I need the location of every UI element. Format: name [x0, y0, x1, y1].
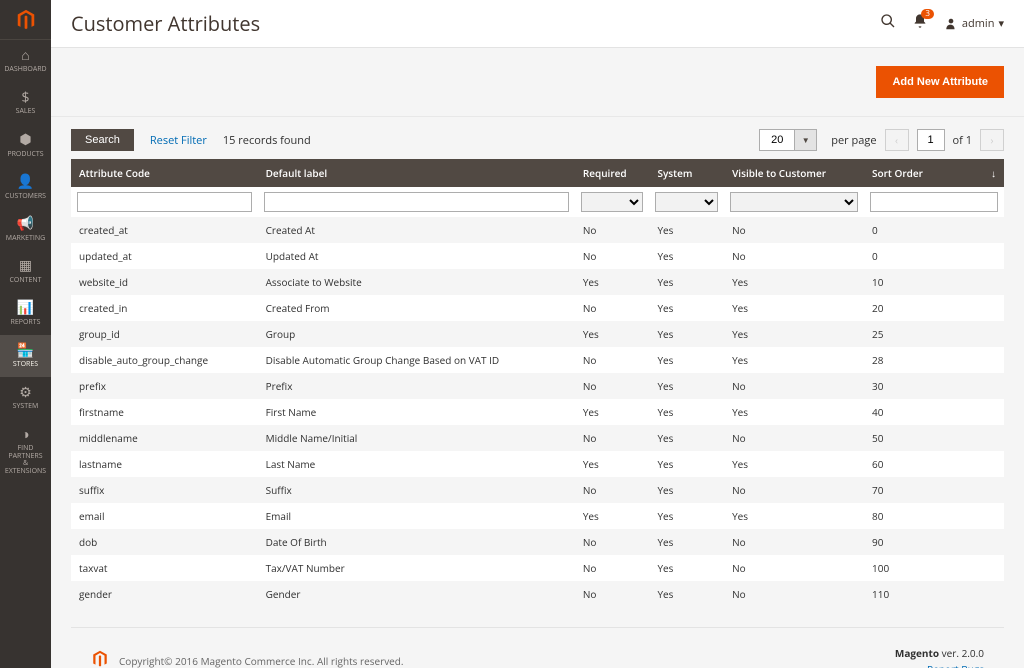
- column-header-required[interactable]: Required: [575, 159, 650, 187]
- pager-prev-button[interactable]: ‹: [885, 129, 909, 151]
- filter-default-label[interactable]: [264, 192, 569, 212]
- nav-item-content[interactable]: ▦CONTENT: [0, 250, 51, 292]
- products-icon: ⬢: [19, 132, 31, 147]
- column-header-sort-order[interactable]: Sort Order: [864, 159, 1004, 187]
- page-input[interactable]: [917, 129, 945, 151]
- filter-sort-order[interactable]: [870, 192, 998, 212]
- content-icon: ▦: [19, 258, 32, 273]
- table-row[interactable]: disable_auto_group_changeDisable Automat…: [71, 347, 1004, 373]
- footer-logo-icon: [91, 650, 119, 668]
- page-actions: Add New Attribute: [51, 48, 1024, 117]
- filter-visible[interactable]: [730, 192, 858, 212]
- table-row[interactable]: website_idAssociate to WebsiteYesYesYes1…: [71, 269, 1004, 295]
- table-row[interactable]: updated_atUpdated AtNoYesNo0: [71, 243, 1004, 269]
- admin-account-menu[interactable]: admin ▾: [944, 16, 1004, 31]
- nav-item-marketing[interactable]: 📢MARKETING: [0, 208, 51, 250]
- grid-container: Attribute CodeDefault labelRequiredSyste…: [51, 159, 1024, 668]
- column-header-system[interactable]: System: [649, 159, 724, 187]
- copyright: Copyright© 2016 Magento Commerce Inc. Al…: [119, 654, 404, 668]
- table-row[interactable]: middlenameMiddle Name/InitialNoYesNo50: [71, 425, 1004, 451]
- admin-label: admin: [962, 16, 995, 31]
- search-icon[interactable]: [880, 13, 896, 34]
- nav-item-system[interactable]: ⚙SYSTEM: [0, 377, 51, 419]
- version-label: Magento ver. 2.0.0: [895, 646, 984, 660]
- system-icon: ⚙: [19, 385, 32, 400]
- table-row[interactable]: group_idGroupYesYesYes25: [71, 321, 1004, 347]
- report-bugs-link[interactable]: Report Bugs: [895, 662, 984, 668]
- magento-logo-icon: [15, 9, 37, 31]
- user-icon: [944, 17, 958, 31]
- magento-logo[interactable]: [0, 0, 51, 40]
- sales-icon: $: [21, 90, 29, 105]
- per-page-dropdown-button[interactable]: ▼: [795, 129, 817, 151]
- add-new-attribute-button[interactable]: Add New Attribute: [876, 66, 1004, 98]
- page-title: Customer Attributes: [71, 10, 260, 37]
- notifications-icon[interactable]: 3: [912, 13, 928, 34]
- table-row[interactable]: emailEmailYesYesYes80: [71, 503, 1004, 529]
- search-button[interactable]: Search: [71, 129, 134, 151]
- table-row[interactable]: prefixPrefixNoYesNo30: [71, 373, 1004, 399]
- column-header-default-label[interactable]: Default label: [258, 159, 575, 187]
- pager-next-button[interactable]: ›: [980, 129, 1004, 151]
- admin-sidebar: ⌂DASHBOARD$SALES⬢PRODUCTS👤CUSTOMERS📢MARK…: [0, 0, 51, 668]
- stores-icon: 🏪: [17, 343, 34, 358]
- customers-icon: 👤: [17, 174, 34, 189]
- nav-item-sales[interactable]: $SALES: [0, 82, 51, 124]
- topbar: Customer Attributes 3 admin ▾: [51, 0, 1024, 48]
- filter-required[interactable]: [581, 192, 644, 212]
- table-row[interactable]: suffixSuffixNoYesNo70: [71, 477, 1004, 503]
- notification-badge: 3: [921, 9, 934, 19]
- reset-filter-link[interactable]: Reset Filter: [150, 133, 207, 148]
- column-header-visible-to-customer[interactable]: Visible to Customer: [724, 159, 864, 187]
- table-row[interactable]: lastnameLast NameYesYesYes60: [71, 451, 1004, 477]
- reports-icon: 📊: [17, 300, 34, 315]
- table-row[interactable]: created_atCreated AtNoYesNo0: [71, 217, 1004, 243]
- per-page-selector: ▼: [759, 129, 817, 151]
- find-partners-icon: ◑: [21, 427, 29, 442]
- page-footer: Copyright© 2016 Magento Commerce Inc. Al…: [71, 627, 1004, 668]
- column-header-attribute-code[interactable]: Attribute Code: [71, 159, 258, 187]
- grid-toolbar: Search Reset Filter 15 records found ▼ p…: [51, 117, 1024, 159]
- nav-item-products[interactable]: ⬢PRODUCTS: [0, 124, 51, 166]
- attributes-table: Attribute CodeDefault labelRequiredSyste…: [71, 159, 1004, 607]
- page-of-total: of 1: [953, 133, 972, 148]
- nav-item-find-partners[interactable]: ◑FIND PARTNERS & EXTENSIONS: [0, 419, 51, 484]
- records-found: 15 records found: [223, 133, 311, 148]
- nav-item-dashboard[interactable]: ⌂DASHBOARD: [0, 40, 51, 82]
- filter-attribute-code[interactable]: [77, 192, 252, 212]
- filter-row: [71, 187, 1004, 217]
- main-content: Customer Attributes 3 admin ▾ Add New At…: [51, 0, 1024, 668]
- per-page-input[interactable]: [759, 129, 795, 151]
- table-row[interactable]: dobDate Of BirthNoYesNo90: [71, 529, 1004, 555]
- table-row[interactable]: genderGenderNoYesNo110: [71, 581, 1004, 607]
- dashboard-icon: ⌂: [21, 48, 29, 63]
- nav-item-stores[interactable]: 🏪STORES: [0, 335, 51, 377]
- nav-item-reports[interactable]: 📊REPORTS: [0, 292, 51, 334]
- table-row[interactable]: taxvatTax/VAT NumberNoYesNo100: [71, 555, 1004, 581]
- filter-system[interactable]: [655, 192, 718, 212]
- per-page-label: per page: [831, 133, 876, 148]
- table-row[interactable]: firstnameFirst NameYesYesYes40: [71, 399, 1004, 425]
- marketing-icon: 📢: [17, 216, 34, 231]
- table-row[interactable]: created_inCreated FromNoYesYes20: [71, 295, 1004, 321]
- chevron-down-icon: ▾: [998, 16, 1004, 31]
- nav-item-customers[interactable]: 👤CUSTOMERS: [0, 166, 51, 208]
